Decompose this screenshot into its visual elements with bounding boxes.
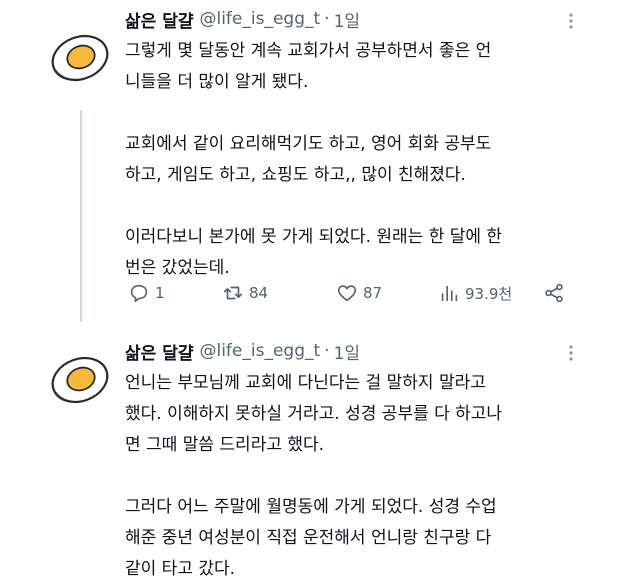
author-name[interactable]: 삶은 달걀 [125, 7, 193, 32]
more-vertical-icon [569, 13, 573, 29]
tweet-time[interactable]: 1일 [334, 339, 360, 364]
separator-dot: · [324, 9, 330, 29]
reply-count: 1 [155, 284, 165, 302]
reply-icon [130, 284, 148, 303]
share-icon [545, 283, 563, 303]
tweet-text: 언니는 부모님께 교회에 다닌다는 걸 말하지 말라고 했다. 이해하지 못하실… [125, 368, 595, 580]
tweet-text-line: 이러다보니 본가에 못 가게 되었다. 원래는 한 달에 한 [125, 227, 503, 247]
tweet-header: 삶은 달걀 @life_is_egg_t · 1일 [125, 6, 360, 32]
tweet-text-line [125, 191, 595, 222]
retweet-count: 84 [249, 284, 269, 302]
tweet-header: 삶은 달걀 @life_is_egg_t · 1일 [125, 338, 360, 364]
views-button[interactable]: 93.9천 [438, 282, 512, 304]
share-button[interactable] [543, 282, 570, 304]
tweet[interactable]: 삶은 달걀 @life_is_egg_t · 1일 그렇게 몇 달동안 계속 교… [0, 0, 620, 322]
author-handle[interactable]: @life_is_egg_t [199, 9, 320, 29]
author-handle[interactable]: @life_is_egg_t [199, 341, 320, 361]
tweet-text-line: 교회에서 같이 요리해먹기도 하고, 영어 회화 공부도 [125, 134, 492, 154]
author-name[interactable]: 삶은 달걀 [125, 339, 193, 364]
tweet-text-line: 해준 중년 여성분이 직접 운전해서 언니랑 친구랑 다 [125, 528, 492, 548]
tweet-text-line [125, 461, 595, 492]
views-count: 93.9천 [465, 284, 513, 303]
more-options-button[interactable] [564, 10, 578, 32]
retweet-icon [223, 286, 243, 300]
tweet-actions: 1 84 87 93.9천 [128, 280, 588, 310]
boiled-egg-icon [51, 34, 109, 82]
tweet-text-line: 했다. 이해하지 못하실 거라고. 성경 공부를 다 하고나 [125, 404, 503, 424]
views-chart-icon [441, 285, 458, 302]
tweet-text-line [125, 98, 595, 129]
like-count: 87 [363, 284, 383, 302]
thread-line [80, 110, 82, 322]
tweet-text-line: 같이 타고 갔다. [125, 559, 236, 579]
boiled-egg-icon [51, 356, 109, 404]
tweet-text: 그렇게 몇 달동안 계속 교회가서 공부하면서 좋은 언 니들을 더 많이 알게… [125, 36, 595, 284]
tweet-text-line: 그러다 어느 주말에 월명동에 가게 되었다. 성경 수업 [125, 497, 497, 517]
tweet-text-line: 니들을 더 많이 알게 됐다. [125, 72, 309, 92]
tweet[interactable]: 삶은 달걀 @life_is_egg_t · 1일 언니는 부모님께 교회에 다… [0, 322, 620, 580]
retweet-button[interactable]: 84 [222, 282, 268, 304]
reply-button[interactable]: 1 [128, 282, 165, 304]
tweet-time[interactable]: 1일 [334, 7, 360, 32]
more-options-button[interactable] [564, 342, 578, 364]
like-button[interactable]: 87 [336, 282, 382, 304]
avatar[interactable] [42, 342, 118, 418]
avatar[interactable] [42, 20, 118, 96]
more-vertical-icon [569, 345, 573, 361]
tweet-text-line: 그렇게 몇 달동안 계속 교회가서 공부하면서 좋은 언 [125, 41, 492, 61]
tweet-text-line: 하고, 게임도 하고, 쇼핑도 하고,, 많이 친해졌다. [125, 165, 466, 185]
tweet-text-line: 언니는 부모님께 교회에 다닌다는 걸 말하지 말라고 [125, 373, 486, 393]
separator-dot: · [324, 341, 330, 361]
tweet-text-line: 면 그때 말씀 드리라고 했다. [125, 435, 325, 455]
heart-icon [337, 285, 357, 302]
